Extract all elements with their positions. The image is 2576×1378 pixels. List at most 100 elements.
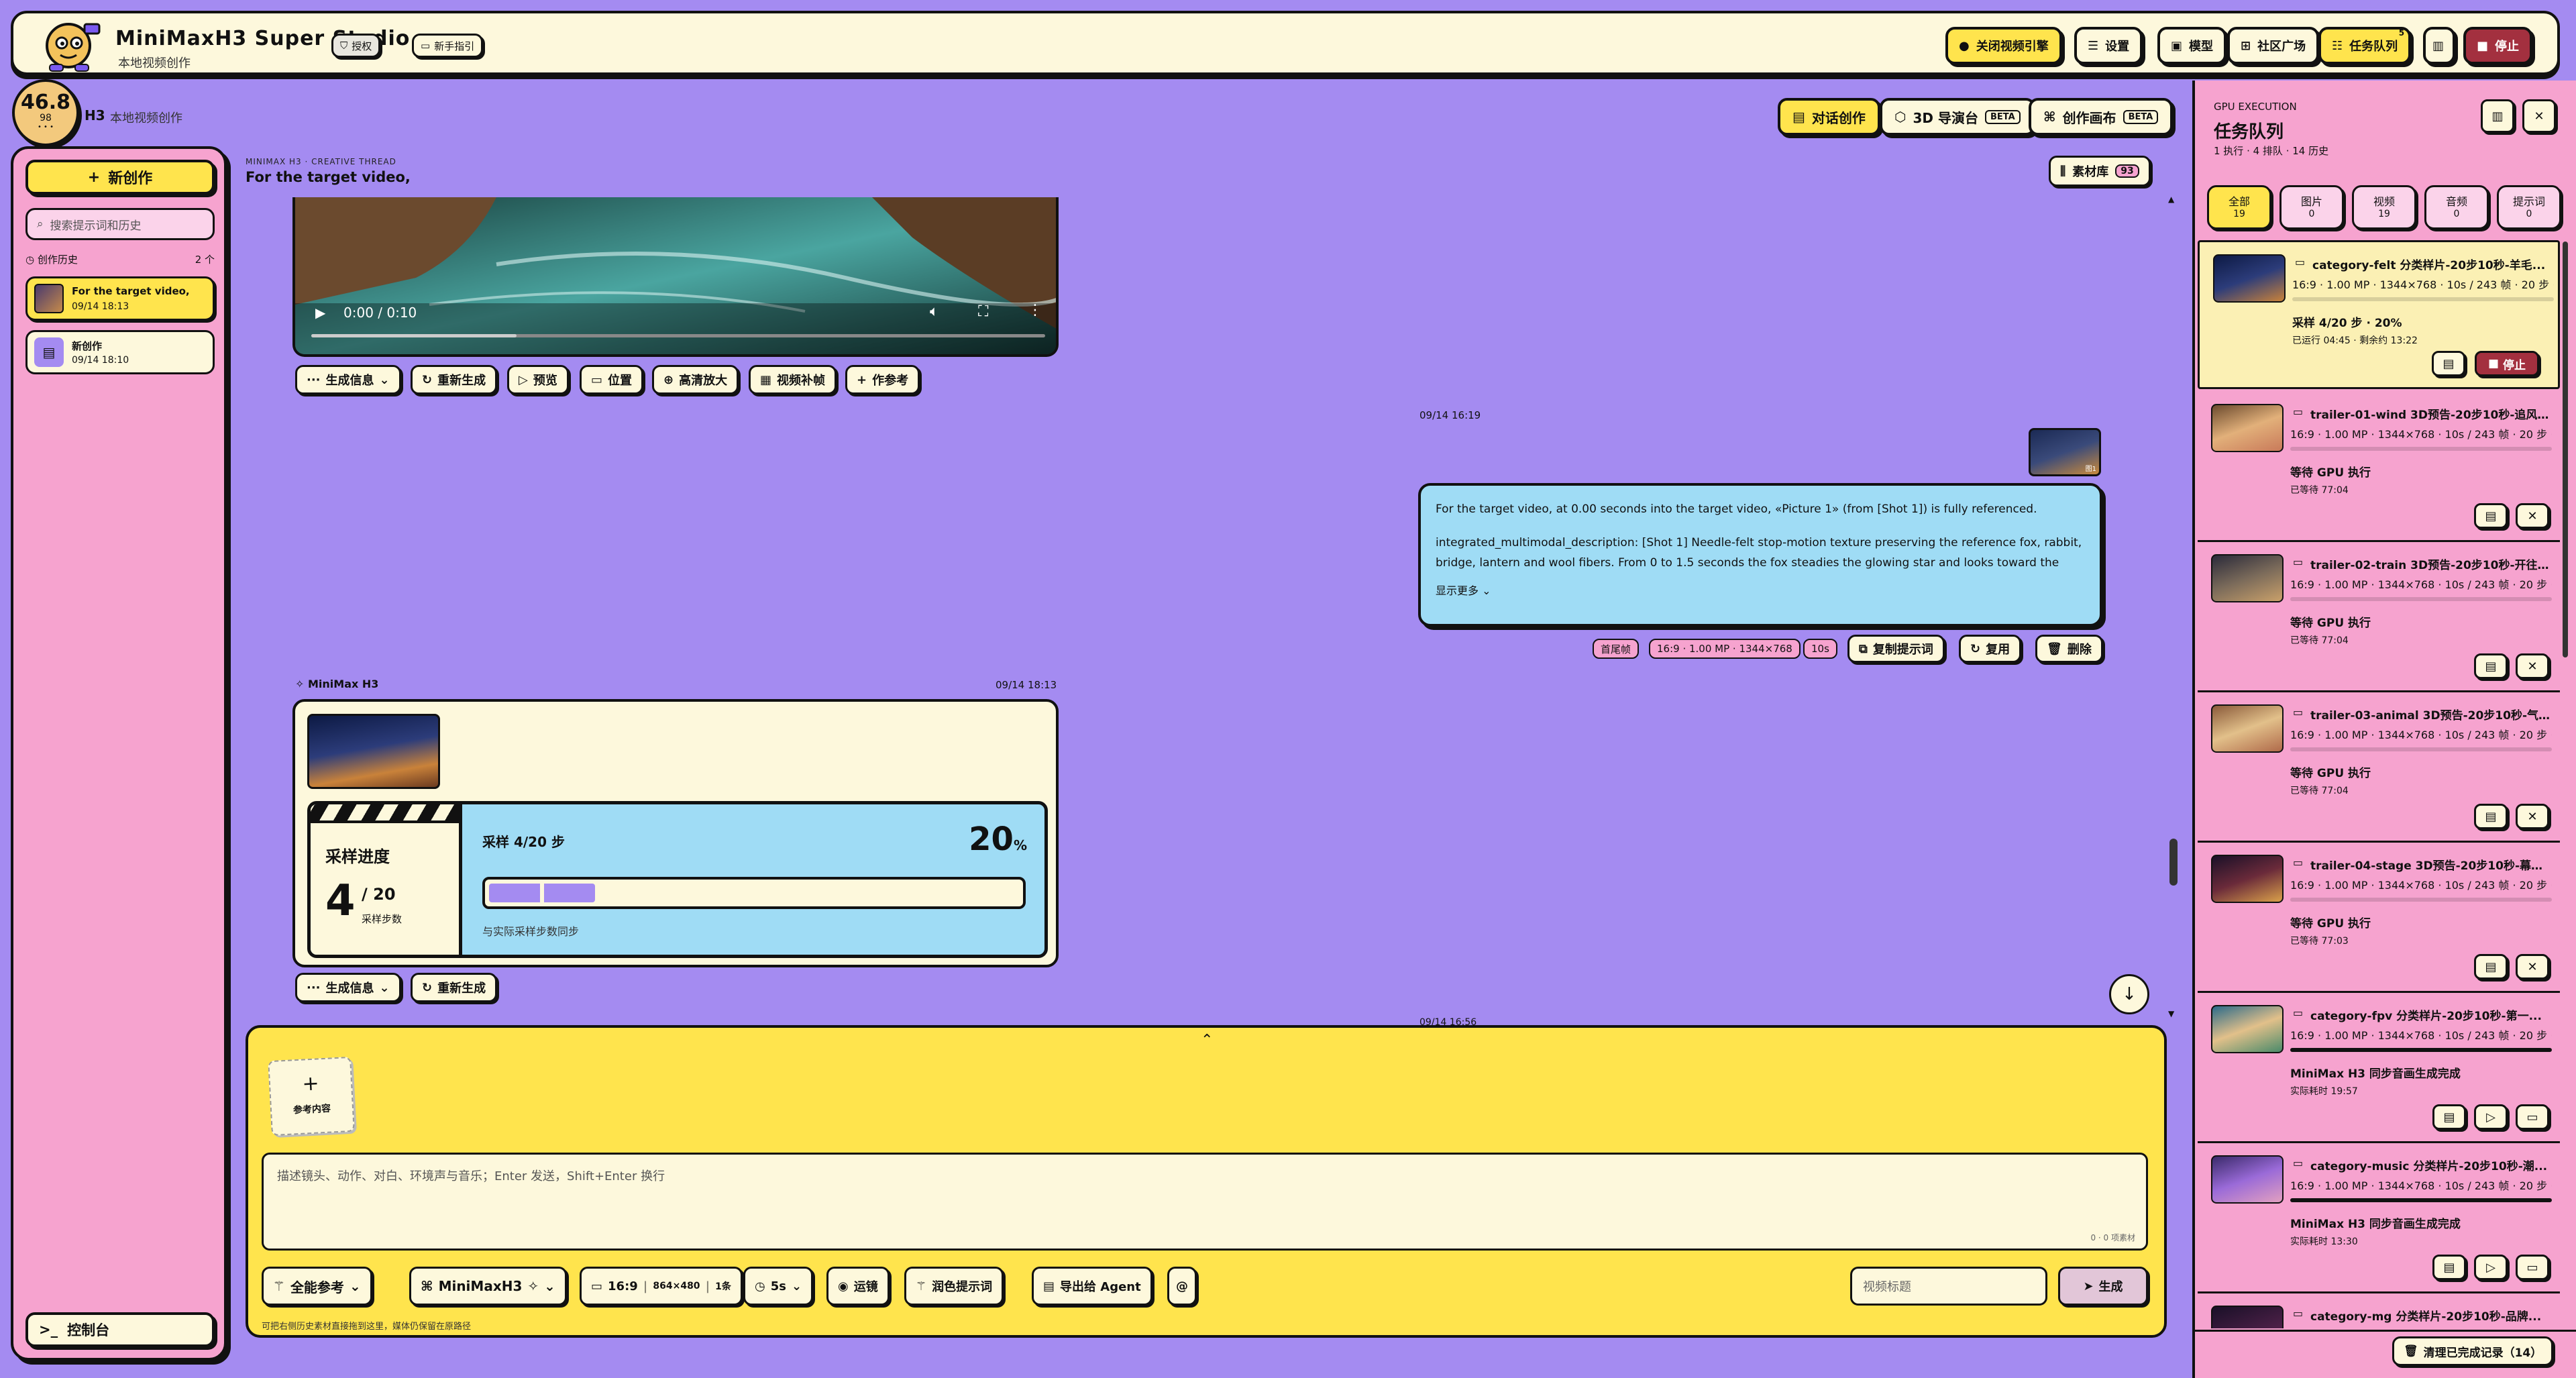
log-button[interactable]: ▤: [2432, 351, 2465, 376]
queue-thumb: [2211, 855, 2284, 903]
queue-item[interactable]: ▭ trailer-04-stage 3D预告-20步10秒-幕布... 16:…: [2198, 843, 2560, 993]
full-reference-dropdown[interactable]: ⚚ 全能参考 ⌄: [262, 1267, 372, 1306]
queue-item-done[interactable]: ▭ category-fpv 分类样片-20步10秒-第一... 16:9 · …: [2198, 993, 2560, 1143]
play-icon[interactable]: ▶: [315, 305, 325, 321]
clear-completed-button[interactable]: 🗑︎ 清理已完成记录（14）: [2392, 1336, 2554, 1366]
tab-canvas[interactable]: ⌘ 创作画布 BETA: [2029, 98, 2174, 136]
polish-prompt-button[interactable]: ⚚ 润色提示词: [904, 1267, 1004, 1306]
cancel-button[interactable]: ✕: [2516, 954, 2549, 979]
video-seekbar[interactable]: [311, 334, 1045, 337]
guide-button[interactable]: ▭ 新手指引: [412, 34, 484, 58]
sparkle-icon: ✧: [527, 1278, 539, 1294]
queue-stop-button[interactable]: ■ 停止: [2475, 351, 2539, 376]
task-queue-button[interactable]: ☷ 任务队列 5: [2318, 27, 2412, 64]
scroll-up-arrow[interactable]: ▲: [2168, 195, 2174, 204]
queue-item[interactable]: ▭ category-mg 分类样片-20步10秒-品牌...: [2198, 1293, 2560, 1328]
thread-scrollbar[interactable]: [2169, 839, 2178, 886]
history-search[interactable]: ⌕ 搜索提示词和历史: [25, 208, 215, 240]
queue-item[interactable]: ▭ trailer-03-animal 3D预告-20步10秒-气球... 16…: [2198, 692, 2560, 843]
more-vertical-icon[interactable]: ⋮: [1028, 302, 1042, 319]
history-item[interactable]: For the target video, 09/14 18:13: [25, 276, 215, 321]
show-more-link[interactable]: 显示更多 ⌄: [1436, 581, 2085, 601]
log-button[interactable]: ▤: [2474, 954, 2508, 979]
scroll-to-bottom-button[interactable]: ↓: [2109, 974, 2149, 1014]
library-button[interactable]: ⫼ 素材库 93: [2049, 156, 2151, 187]
play-button[interactable]: ▷: [2474, 1255, 2508, 1280]
queue-progress-complete: [2290, 1198, 2552, 1202]
queue-close-button[interactable]: ✕: [2522, 99, 2556, 133]
cancel-button[interactable]: ✕: [2516, 653, 2549, 679]
mention-button[interactable]: @: [1167, 1267, 1197, 1306]
tab-3d-stage[interactable]: ⬡ 3D 导演台 BETA: [1880, 98, 2035, 136]
new-creation-button[interactable]: + 新创作: [25, 160, 215, 195]
settings-button[interactable]: ☰ 设置: [2074, 27, 2143, 64]
header-stop-button[interactable]: ■ 停止: [2463, 27, 2533, 64]
ratio-resolution-selector[interactable]: ▭ 16:9 | 864×480 | 1条: [580, 1267, 743, 1306]
video-icon: ▭: [2295, 256, 2306, 268]
cancel-button[interactable]: ✕: [2516, 804, 2549, 829]
play-button[interactable]: ▷: [2474, 1104, 2508, 1130]
queue-item-done[interactable]: ▭ category-music 分类样片-20步10秒-潮... 16:9 ·…: [2198, 1143, 2560, 1293]
log-button[interactable]: ▤: [2432, 1255, 2466, 1280]
interpolate-button[interactable]: ▦ 视频补帧: [749, 365, 837, 394]
history-item[interactable]: ▤ 新创作 09/14 18:10: [25, 330, 215, 374]
assistant-gen-info-button[interactable]: ··· 生成信息 ⌄: [295, 973, 401, 1002]
volume-icon[interactable]: 🔈︎: [930, 303, 938, 320]
queue-item-active[interactable]: ▭ category-felt 分类样片-20步10秒-羊毛... 16:9 ·…: [2198, 240, 2560, 389]
filter-tab-audio[interactable]: 音频 0: [2424, 185, 2489, 229]
queue-progress-track: [2292, 297, 2554, 301]
filter-tab-video[interactable]: 视频 19: [2352, 185, 2416, 229]
preview-button[interactable]: ▷ 预览: [507, 365, 569, 394]
queue-scrollbar[interactable]: [2563, 242, 2568, 657]
log-button[interactable]: ▤: [2474, 503, 2508, 529]
queue-item[interactable]: ▭ trailer-01-wind 3D预告-20步10秒-追风的... 16:…: [2198, 392, 2560, 542]
upscale-button[interactable]: ⊕ 高清放大: [652, 365, 739, 394]
add-reference-card[interactable]: + 参考内容: [268, 1056, 355, 1136]
user-ref-thumb[interactable]: 图1: [2029, 428, 2101, 476]
model-dropdown[interactable]: ⌘ MiniMaxH3 ✧ ⌄: [409, 1267, 567, 1306]
assistant-ref-thumb[interactable]: [307, 714, 440, 789]
queue-dock-button[interactable]: ▥: [2481, 99, 2514, 133]
models-button[interactable]: ▣ 模型: [2157, 27, 2227, 64]
gen-info-button[interactable]: ··· 生成信息 ⌄: [295, 365, 401, 394]
open-folder-button[interactable]: ▭: [2516, 1104, 2549, 1130]
location-button[interactable]: ▭ 位置: [580, 365, 644, 394]
console-button[interactable]: >_ 控制台: [25, 1312, 215, 1347]
fullscreen-icon[interactable]: ⛶: [978, 303, 988, 320]
use-as-reference-button[interactable]: + 作参考: [845, 365, 920, 394]
copy-prompt-button[interactable]: ⧉ 复制提示词: [1847, 635, 1945, 663]
camera-button[interactable]: ◉ 运镜: [826, 1267, 890, 1306]
filter-tab-prompt[interactable]: 提示词 0: [2497, 185, 2561, 229]
library-icon: ⫼: [2060, 164, 2066, 178]
reuse-button[interactable]: ↻ 复用: [1959, 635, 2022, 663]
regenerate-button[interactable]: ↻ 重新生成: [411, 365, 498, 394]
queue-item[interactable]: ▭ trailer-02-train 3D预告-20步10秒-开往黎... 16…: [2198, 542, 2560, 692]
log-button[interactable]: ▤: [2432, 1104, 2466, 1130]
close-icon: ✕: [2527, 659, 2538, 674]
duration-dropdown[interactable]: ◷ 5s ⌄: [743, 1267, 814, 1306]
scroll-down-arrow[interactable]: ▼: [2168, 1009, 2174, 1018]
export-agent-button[interactable]: ▤ 导出给 Agent: [1032, 1267, 1152, 1306]
open-folder-button[interactable]: ▭: [2516, 1255, 2549, 1280]
log-button[interactable]: ▤: [2474, 653, 2508, 679]
box-icon: ▣: [2171, 38, 2183, 53]
community-button[interactable]: ⊞ 社区广场: [2227, 27, 2320, 64]
close-engine-button[interactable]: ● 关闭视频引擎: [1945, 27, 2062, 64]
layout-toggle-button[interactable]: ▥: [2423, 27, 2455, 64]
cancel-button[interactable]: ✕: [2516, 503, 2549, 529]
generate-button[interactable]: ➤ 生成: [2058, 1267, 2148, 1306]
prompt-textarea[interactable]: 描述镜头、动作、对白、环境声与音乐；Enter 发送，Shift+Enter 换…: [262, 1153, 2148, 1251]
filter-tab-all[interactable]: 全部 19: [2207, 185, 2271, 229]
log-button[interactable]: ▤: [2474, 804, 2508, 829]
filter-tab-image[interactable]: 图片 0: [2279, 185, 2344, 229]
assistant-regenerate-button[interactable]: ↻ 重新生成: [411, 973, 498, 1002]
video-player[interactable]: ▶ 0:00 / 0:10 🔈︎ ⛶ ⋮: [292, 197, 1059, 357]
search-input[interactable]: 搜索提示词和历史: [50, 216, 142, 233]
tab-chat[interactable]: ▤ 对话创作: [1778, 98, 1880, 136]
clock-icon: ◷: [755, 1279, 765, 1293]
delete-button[interactable]: 🗑︎ 删除: [2035, 635, 2103, 663]
license-badge[interactable]: ⛉ 授权: [331, 34, 381, 58]
video-title-input[interactable]: 视频标题: [1850, 1267, 2047, 1306]
collapse-chevron-icon[interactable]: ⌃: [1201, 1032, 1213, 1049]
queue-thumb: [2211, 1306, 2284, 1328]
